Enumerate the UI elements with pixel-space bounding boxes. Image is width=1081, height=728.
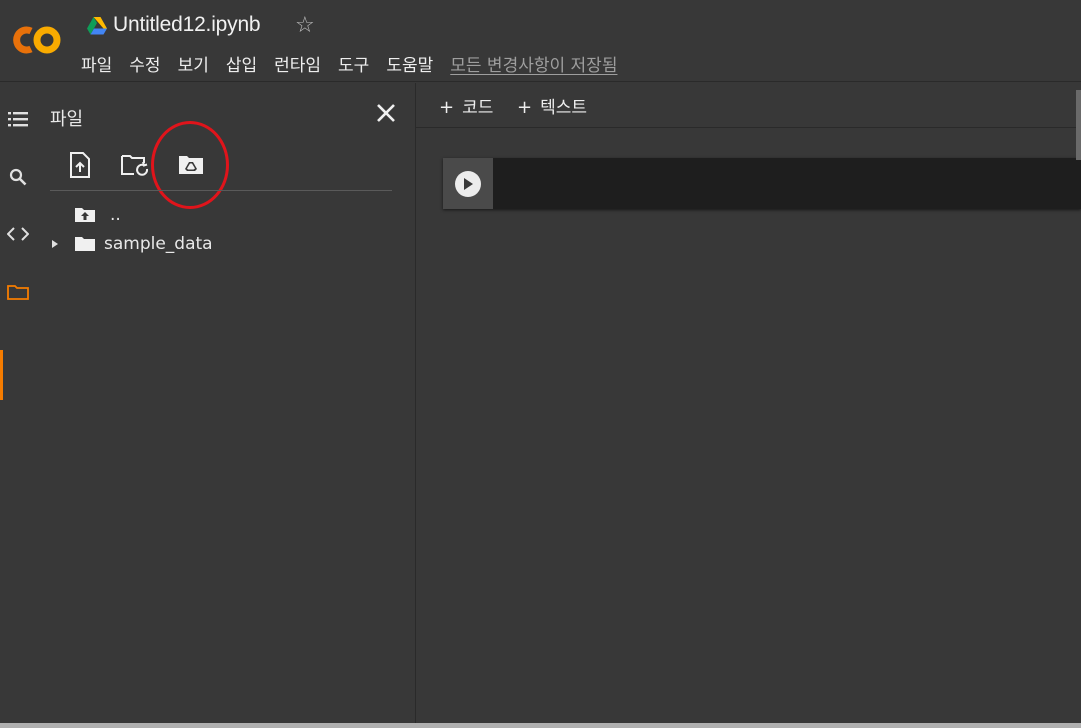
add-text-label: 텍스트 [540, 98, 588, 118]
toc-button[interactable] [0, 99, 36, 139]
menu-file[interactable]: 파일 [81, 51, 112, 76]
tree-item-parent[interactable]: .. [74, 203, 121, 227]
code-cell[interactable] [443, 158, 1081, 209]
tree-item-sample-data[interactable]: sample_data [50, 232, 213, 256]
run-cell-button[interactable] [455, 170, 481, 197]
bottom-scrollbar[interactable] [0, 723, 1081, 728]
colab-logo[interactable] [9, 22, 65, 58]
folder-icon [75, 237, 95, 251]
refresh-button[interactable] [119, 149, 151, 181]
search-button[interactable] [0, 157, 36, 197]
files-button[interactable] [0, 272, 36, 312]
add-code-button[interactable]: + 코드 [439, 93, 493, 118]
parent-folder-icon [75, 208, 95, 222]
cell-gutter [443, 158, 493, 209]
plus-icon: + [517, 97, 533, 118]
plus-icon: + [439, 97, 455, 118]
panel-title: 파일 [50, 109, 84, 130]
refresh-folder-icon [121, 155, 149, 176]
add-code-label: 코드 [462, 98, 494, 118]
menu-edit[interactable]: 수정 [129, 51, 160, 76]
menu-insert[interactable]: 삽입 [226, 51, 257, 76]
notebook-area: + 코드 + 텍스트 [416, 83, 1081, 728]
scrollbar-thumb[interactable] [1076, 90, 1081, 160]
notebook-title[interactable]: Untitled12.ipynb [113, 13, 261, 37]
star-icon[interactable]: ☆ [295, 13, 315, 38]
close-panel-button[interactable] [374, 101, 398, 125]
menu-tools[interactable]: 도구 [338, 51, 369, 76]
upload-button[interactable] [64, 149, 96, 181]
code-snippets-button[interactable] [0, 214, 36, 254]
add-text-button[interactable]: + 텍스트 [517, 93, 587, 118]
menu-help[interactable]: 도움말 [386, 51, 433, 76]
top-bar: Untitled12.ipynb ☆ 파일 수정 보기 삽입 런타임 도구 도움… [0, 0, 1081, 82]
google-drive-icon [87, 17, 107, 35]
active-indicator [0, 350, 3, 400]
tree-item-label: sample_data [104, 234, 213, 254]
menu-bar: 파일 수정 보기 삽입 런타임 도구 도움말 모든 변경사항이 저장됨 [81, 51, 617, 76]
folder-icon [7, 285, 29, 300]
mount-drive-icon [179, 156, 203, 174]
menu-runtime[interactable]: 런타임 [274, 51, 321, 76]
menu-view[interactable]: 보기 [178, 51, 209, 76]
toolbar-divider [50, 190, 392, 191]
upload-file-icon [70, 152, 90, 178]
search-icon [9, 168, 27, 186]
tree-item-label: .. [110, 205, 121, 225]
notebook-toolbar: + 코드 + 텍스트 [416, 83, 1081, 128]
mount-drive-button[interactable] [175, 149, 207, 181]
table-of-contents-icon [8, 112, 28, 127]
play-icon [464, 177, 473, 190]
expand-arrow-icon[interactable] [50, 239, 60, 249]
files-panel: 파일 .. sample_data [36, 83, 416, 728]
close-icon [377, 104, 395, 122]
code-snippets-icon [7, 227, 29, 241]
save-status-link[interactable]: 모든 변경사항이 저장됨 [450, 51, 617, 76]
side-rail [0, 83, 36, 728]
